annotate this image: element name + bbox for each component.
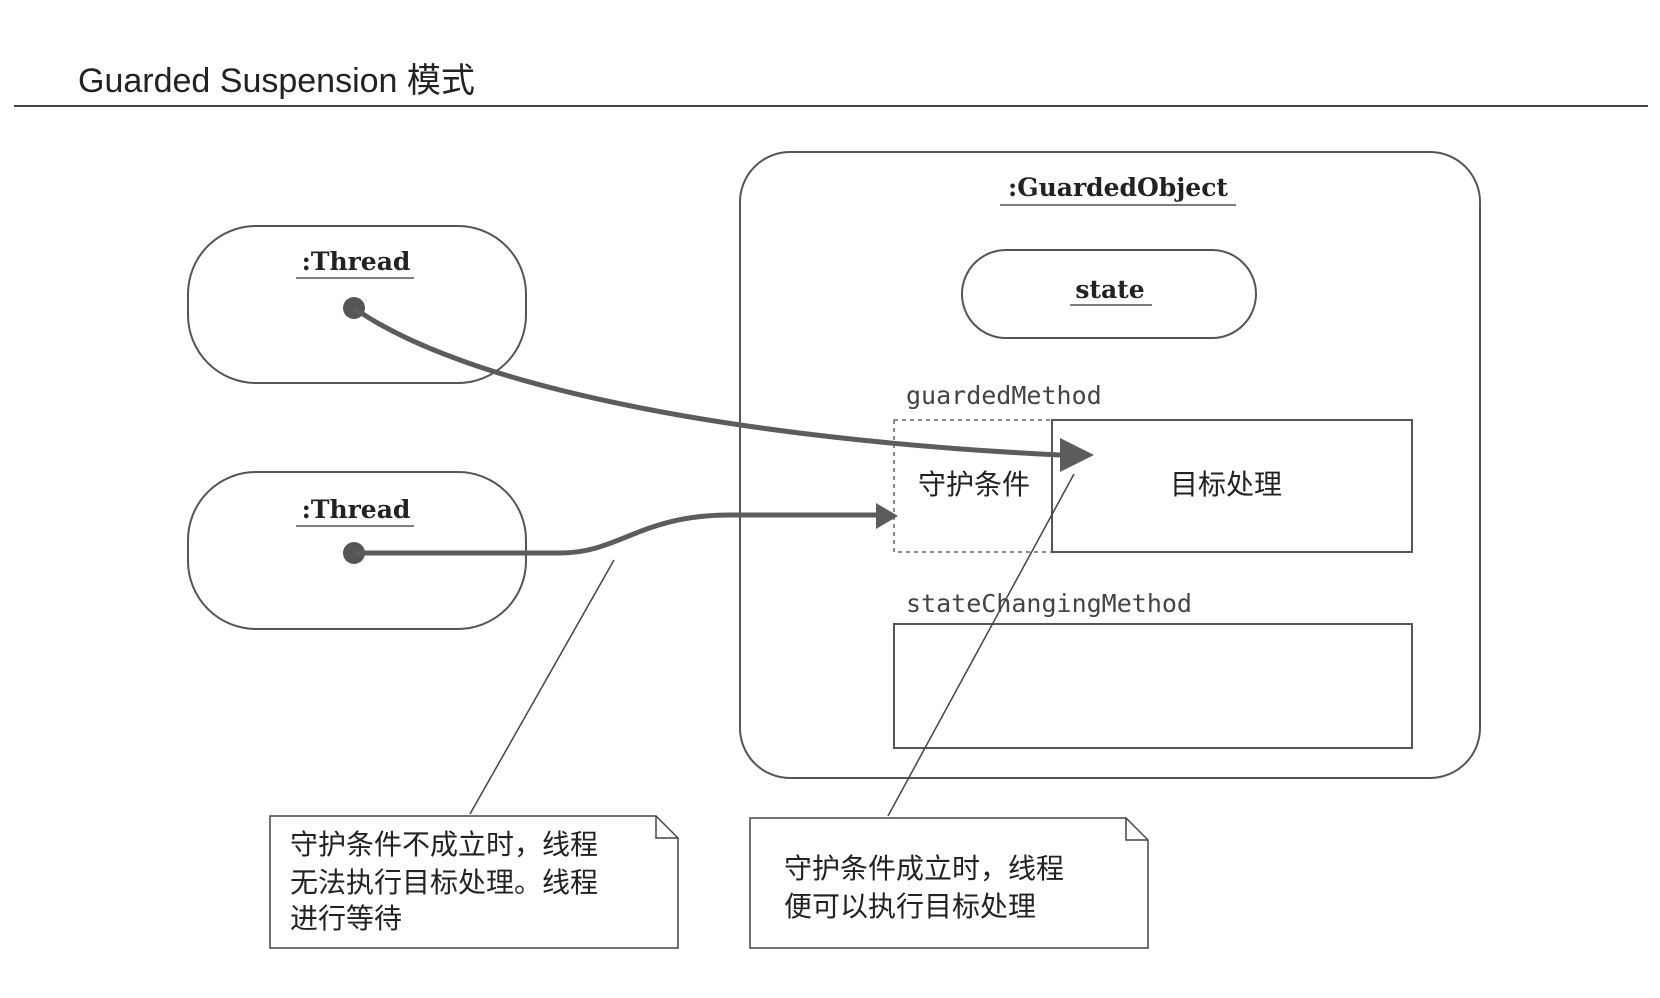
page-title: Guarded Suspension 模式: [78, 62, 475, 100]
guarded-object-box: [739, 151, 1481, 779]
note-right-connector: [887, 473, 1075, 817]
note-right-line-2: 便可以执行目标处理: [784, 891, 1036, 922]
note-left-line-1: 守护条件不成立时，线程: [290, 829, 598, 860]
state-label: state: [1075, 275, 1144, 304]
guard-condition-label: 守护条件: [918, 469, 1030, 500]
note-left: 守护条件不成立时，线程 无法执行目标处理。线程 进行等待: [269, 815, 679, 949]
arrow-top-thread-head: [1060, 438, 1094, 472]
guarded-suspension-diagram: Guarded Suspension 模式 :Thread :Thread :G…: [14, 62, 1648, 949]
arrow-bottom-thread-to-guard: [354, 512, 880, 556]
guarded-object: :GuardedObject state guardedMethod 守护条件 …: [739, 151, 1481, 779]
note-left-line-3: 进行等待: [290, 903, 402, 934]
guarded-object-label: :GuardedObject: [1008, 173, 1228, 202]
target-processing-label: 目标处理: [1170, 469, 1282, 500]
note-right-line-1: 守护条件成立时，线程: [784, 853, 1064, 884]
thread-bottom-label: :Thread: [302, 495, 411, 524]
guarded-method-name: guardedMethod: [906, 381, 1102, 410]
state-changing-method-box: [893, 623, 1413, 749]
note-left-line-2: 无法执行目标处理。线程: [290, 867, 598, 898]
state-changing-method-name: stateChangingMethod: [906, 589, 1192, 618]
note-right: 守护条件成立时，线程 便可以执行目标处理: [749, 817, 1149, 949]
thread-top-label: :Thread: [302, 247, 411, 276]
note-left-connector: [469, 559, 615, 815]
thread-top: :Thread: [187, 225, 527, 384]
